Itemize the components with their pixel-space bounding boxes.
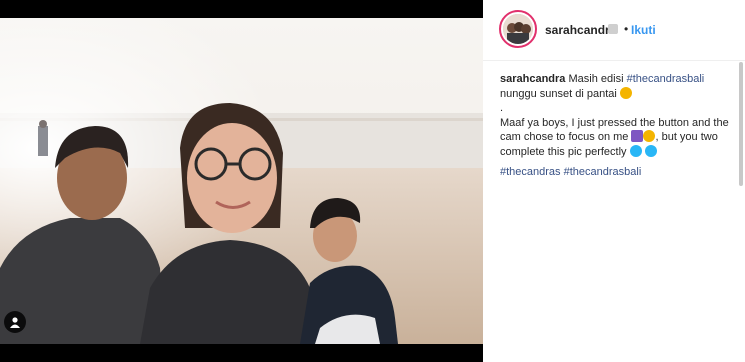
header-separator: • xyxy=(624,22,629,36)
verified-badge-icon xyxy=(608,24,618,34)
user-tag-button[interactable] xyxy=(4,311,26,333)
post-photo[interactable] xyxy=(0,18,483,344)
caption-scrollbar[interactable] xyxy=(739,62,743,186)
caption-text-1: Masih edisi xyxy=(568,73,627,85)
hashtag-link[interactable]: #thecandrasbali xyxy=(627,73,705,85)
post-media xyxy=(0,0,483,362)
follow-button[interactable]: Ikuti xyxy=(631,23,656,37)
post-side-panel: sarahcandra • Ikuti sarahcandra Masih ed… xyxy=(483,0,745,362)
caption-text-2: nunggu sunset di pantai xyxy=(500,87,617,100)
person-icon xyxy=(10,317,20,328)
post-caption: sarahcandra Masih edisi #thecandrasbali … xyxy=(500,72,740,180)
blue-heart-emoji-icon xyxy=(644,144,657,157)
post-header: sarahcandra • Ikuti xyxy=(483,0,745,61)
caption-dot: . xyxy=(500,102,504,114)
blue-heart-emoji-icon xyxy=(629,144,642,157)
hashtag-link[interactable]: #thecandras xyxy=(500,166,561,178)
hashtag-link[interactable]: #thecandrasbali xyxy=(564,166,642,178)
caption-username[interactable]: sarahcandra xyxy=(500,73,565,85)
header-username[interactable]: sarahcandra xyxy=(545,23,616,37)
avatar-image xyxy=(503,14,533,44)
avatar[interactable] xyxy=(499,10,537,48)
heart-eyes-emoji-icon xyxy=(619,86,632,99)
woman-gesturing-emoji-icon xyxy=(631,130,644,142)
grimacing-emoji-icon xyxy=(643,130,656,142)
